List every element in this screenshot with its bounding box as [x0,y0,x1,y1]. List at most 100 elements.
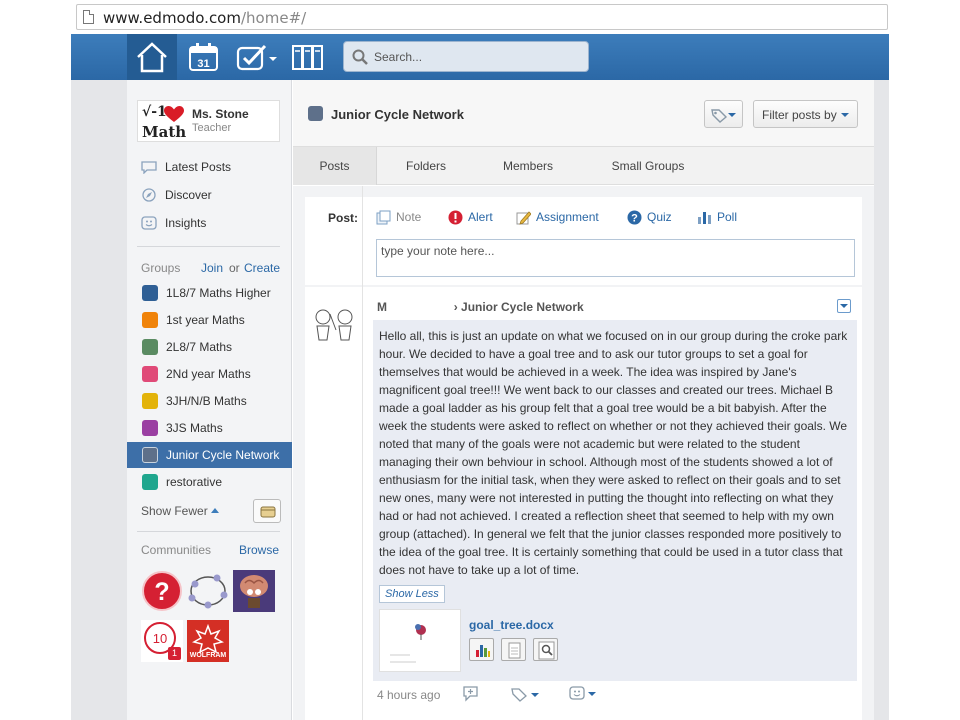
sidebar-group-item[interactable]: 2L8/7 Maths [127,334,292,360]
left-margin [71,80,127,720]
calendar-icon: 31 [189,43,218,71]
join-group-link[interactable]: Join [201,261,223,275]
profile-card[interactable]: √-1 Math Ms. Stone Teacher [137,100,280,142]
tag-filter-button[interactable] [704,100,743,128]
attachment-name[interactable]: goal_tree.docx [469,618,554,632]
geogebra-icon [188,574,228,609]
create-group-link[interactable]: Create [244,261,280,275]
group-label: 2L8/7 Maths [166,340,233,354]
post-type-quiz[interactable]: ? Quiz [627,208,672,226]
group-color-swatch [142,474,158,490]
group-color-swatch [142,447,158,463]
sidebar-group-item[interactable]: restorative [127,469,292,495]
show-fewer-link[interactable]: Show Fewer [141,504,219,518]
tab-folders[interactable]: Folders [389,147,463,185]
show-fewer-label: Show Fewer [141,504,208,518]
post-type-alert[interactable]: Alert [448,208,493,226]
attachment-view-button[interactable] [501,638,526,661]
math-logo: √-1 Math [142,104,187,141]
group-label: 1L8/7 Maths Higher [166,286,271,300]
attachment-preview-button[interactable] [533,638,558,661]
library-button[interactable] [291,42,327,72]
post-author[interactable]: M [377,300,387,314]
quiz-label: Quiz [647,210,672,224]
sidebar-item-discover[interactable]: Discover [141,186,212,204]
calendar-button[interactable]: 31 [188,42,220,72]
community-geogebra[interactable] [187,570,229,612]
alert-icon [448,210,463,224]
attachment-stats-button[interactable] [469,638,494,661]
sidebar-group-item[interactable]: 3JH/N/B Maths [127,388,292,414]
feed-column-divider [362,186,363,720]
compass-icon [142,188,156,202]
post-timestamp: 4 hours ago [377,688,441,702]
reaction-icon[interactable] [568,685,598,703]
show-less-button[interactable]: Show Less [379,585,445,603]
search-input[interactable]: Search... [343,41,589,72]
speech-bubble-icon [141,161,157,174]
wolfram-label: WOLFRAM [189,652,227,659]
browser-address-bar[interactable]: www.edmodo.com/home#/ [76,4,888,30]
post-byline: M › Junior Cycle Network [377,300,584,314]
home-icon [137,42,167,73]
assignments-button[interactable] [235,42,281,72]
poll-label: Poll [717,210,738,224]
poll-icon [698,211,711,224]
assignment-icon [516,210,531,225]
sidebar-item-insights[interactable]: Insights [141,214,206,232]
post-body: Hello all, this is just an update on wha… [379,329,848,577]
tab-members[interactable]: Members [491,147,565,185]
page-icon [83,10,94,24]
community-help[interactable]: ? [141,570,183,612]
group-color-swatch [142,366,158,382]
post-type-assignment[interactable]: Assignment [516,208,599,226]
post-type-poll[interactable]: Poll [697,208,737,226]
sidebar-group-item[interactable]: 3JS Maths [127,415,292,441]
communities-title: Communities [141,543,212,557]
url-text: www.edmodo.com/home#/ [103,9,307,27]
document-icon [508,642,521,659]
post-recipient[interactable]: › Junior Cycle Network [454,300,584,314]
group-label: Junior Cycle Network [166,448,280,462]
note-input[interactable]: type your note here... [376,239,855,277]
chevron-down-icon [840,304,848,308]
archived-groups-button[interactable] [253,499,281,523]
community-brain[interactable] [233,570,275,612]
top-nav-bar: 31 Search... [71,34,889,80]
tab-small-groups[interactable]: Small Groups [598,147,698,185]
group-title: Junior Cycle Network [331,107,464,122]
tab-posts[interactable]: Posts [293,147,377,185]
edmodo-page: www.edmodo.com/home#/ 31 Search... √-1 M… [0,0,960,720]
filter-posts-button[interactable]: Filter posts by [753,100,858,128]
community-mathletics[interactable]: 10 1 [141,620,183,662]
teacher-role: Teacher [192,122,232,134]
home-button[interactable] [127,34,177,80]
groups-title: Groups [141,261,181,275]
sidebar-group-item[interactable]: 1L8/7 Maths Higher [127,280,292,306]
bar-chart-icon [476,645,490,657]
community-badge: 1 [168,647,181,660]
sidebar-item-latest-posts[interactable]: Latest Posts [141,158,231,176]
post-type-note[interactable]: Note [376,208,421,226]
tag-post-icon[interactable] [510,685,540,703]
svg-text:?: ? [154,578,169,606]
brain-character-icon [233,570,275,612]
community-wolfram[interactable]: WOLFRAM [187,620,229,662]
attachment-thumbnail[interactable] [379,609,461,672]
reply-icon[interactable] [462,685,480,703]
search-icon [352,49,368,65]
or-text: or [229,261,240,275]
svg-text:10: 10 [153,631,167,646]
post-options-button[interactable] [837,299,851,313]
archive-icon [260,506,276,518]
group-color-swatch [142,420,158,436]
post-composer: Post: Note Alert Assignment ? Quiz Poll [305,197,862,285]
sidebar-group-item[interactable]: Junior Cycle Network [127,442,292,468]
group-label: 3JS Maths [166,421,223,435]
group-label: 3JH/N/B Maths [166,394,247,408]
browse-communities-link[interactable]: Browse [239,543,279,557]
avatar [311,306,357,342]
sidebar-group-item[interactable]: 1st year Maths [127,307,292,333]
sidebar-group-item[interactable]: 2Nd year Maths [127,361,292,387]
group-color-swatch [142,312,158,328]
